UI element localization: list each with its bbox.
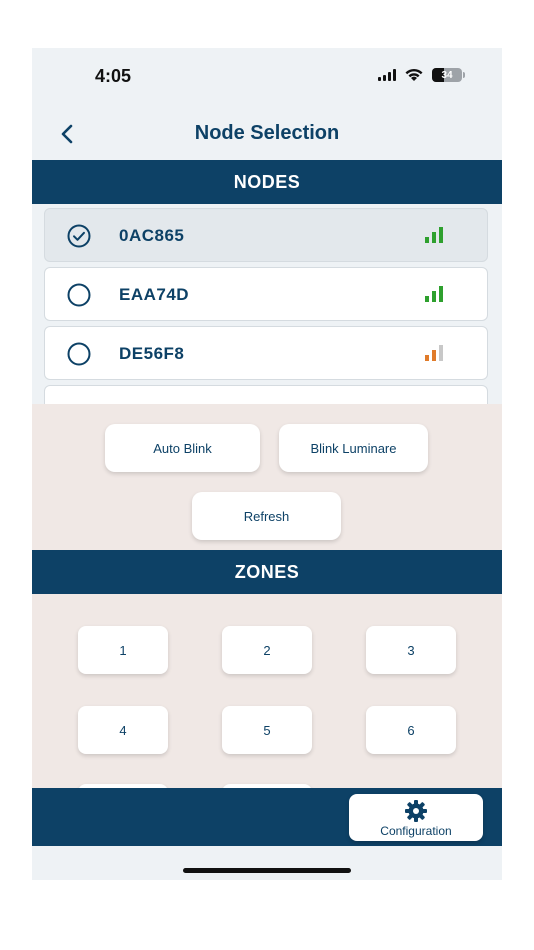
configuration-button[interactable]: Configuration: [349, 794, 483, 841]
zone-button-6[interactable]: 6: [366, 706, 456, 754]
battery-icon: 34: [432, 68, 465, 82]
zone-button-1[interactable]: 1: [78, 626, 168, 674]
auto-blink-button[interactable]: Auto Blink: [105, 424, 260, 472]
gear-icon: [405, 800, 427, 822]
blink-luminare-button[interactable]: Blink Luminare: [279, 424, 428, 472]
radio-unchecked-icon[interactable]: [67, 283, 91, 307]
battery-level: 34: [441, 69, 453, 81]
node-id: 0AC865: [119, 226, 185, 245]
zone-button-2[interactable]: 2: [222, 626, 312, 674]
node-row-eaa74d[interactable]: EAA74D: [44, 267, 488, 321]
action-panel: Auto Blink Blink Luminare Refresh: [32, 404, 502, 550]
status-time: 4:05: [95, 66, 132, 86]
status-bar: 4:05 34: [32, 48, 502, 104]
signal-strength-icon: [425, 225, 443, 243]
configuration-label: Configuration: [380, 824, 452, 838]
navigation-header: Node Selection: [32, 110, 502, 156]
page-title: Node Selection: [194, 122, 340, 144]
zone-button-4[interactable]: 4: [78, 706, 168, 754]
status-icons: 34: [378, 68, 465, 82]
radio-unchecked-icon[interactable]: [67, 342, 91, 366]
nodes-section-header: NODES: [32, 160, 502, 204]
zones-section-header: ZONES: [32, 550, 502, 594]
node-row-partial[interactable]: [44, 385, 488, 404]
node-row-de56f8[interactable]: DE56F8: [44, 326, 488, 380]
zone-button-3[interactable]: 3: [366, 626, 456, 674]
node-id: EAA74D: [119, 285, 190, 304]
phone-screen: 4:05 34 Node Selection NODES 0AC865 EAA7…: [32, 48, 502, 880]
signal-strength-icon: [425, 343, 443, 361]
radio-checked-icon[interactable]: [67, 224, 91, 248]
node-id: DE56F8: [119, 344, 185, 363]
bottom-toolbar: Configuration: [32, 788, 502, 846]
refresh-button[interactable]: Refresh: [192, 492, 341, 540]
node-row-0ac865[interactable]: 0AC865: [44, 208, 488, 262]
cellular-signal-icon: [378, 69, 396, 81]
zones-grid[interactable]: 1 2 3 4 5 6: [32, 594, 502, 788]
signal-strength-icon: [425, 284, 443, 302]
wifi-icon: [404, 68, 424, 82]
node-list[interactable]: 0AC865 EAA74D DE56F8: [32, 204, 502, 404]
home-indicator[interactable]: [183, 868, 351, 873]
zone-button-5[interactable]: 5: [222, 706, 312, 754]
